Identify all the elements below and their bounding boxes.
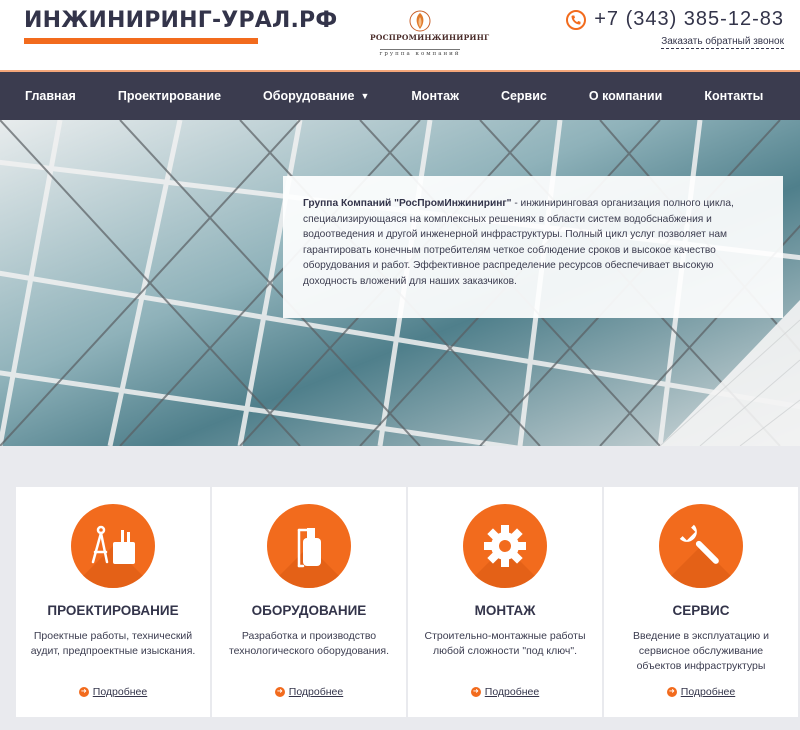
service-title: ПРОЕКТИРОВАНИЕ <box>47 603 179 618</box>
nav-item-label: Главная <box>25 89 76 103</box>
logo-underline <box>24 38 258 44</box>
nav-item-service[interactable]: Сервис <box>480 72 568 120</box>
partner-name: РОСПРОМИНЖИНИРИНГ <box>370 33 490 42</box>
nav-item-equipment[interactable]: Оборудование ▼ <box>242 72 390 120</box>
wrench-icon[interactable] <box>659 504 743 588</box>
more-link[interactable]: ➜ Подробнее <box>212 686 406 698</box>
hero-description: - инжиниринговая организация полного цик… <box>303 198 734 287</box>
service-description: Разработка и производство технологическо… <box>228 630 390 657</box>
service-description: Введение в эксплуатацию и сервисное обсл… <box>633 630 769 672</box>
hero-banner: Группа Компаний "РосПромИнжиниринг" - ин… <box>0 120 800 446</box>
nav-item-design[interactable]: Проектирование <box>97 72 242 120</box>
sprayer-icon[interactable] <box>267 504 351 588</box>
more-link-label: Подробнее <box>680 686 736 698</box>
more-link-label: Подробнее <box>92 686 148 698</box>
site-header: ИНЖИНИРИНГ-УРАЛ.РФ РОСПРОМИНЖИНИРИНГ гру… <box>0 0 800 72</box>
site-logo[interactable]: ИНЖИНИРИНГ-УРАЛ.РФ <box>24 6 337 44</box>
more-link[interactable]: ➜ Подробнее <box>604 686 798 698</box>
nav-item-contacts[interactable]: Контакты <box>683 72 784 120</box>
nav-item-label: Контакты <box>704 89 764 103</box>
partner-subtitle: группа компаний <box>379 49 461 57</box>
service-title: ОБОРУДОВАНИЕ <box>251 603 367 618</box>
nav-item-label: Проектирование <box>117 89 222 103</box>
services-section: ПРОЕКТИРОВАНИЕ Проектные работы, техниче… <box>16 487 800 717</box>
logo-text: ИНЖИНИРИНГ-УРАЛ.РФ <box>24 8 338 33</box>
service-card-design: ПРОЕКТИРОВАНИЕ Проектные работы, техниче… <box>16 487 210 717</box>
service-description: Строительно-монтажные работы любой сложн… <box>424 630 586 657</box>
contact-block: +7 (343) 385-12-83 Заказать обратный зво… <box>566 8 784 49</box>
compass-icon[interactable] <box>71 504 155 588</box>
hero-intro-card: Группа Компаний "РосПромИнжиниринг" - ин… <box>283 176 783 318</box>
nav-item-label: О компании <box>588 89 663 103</box>
nav-item-about[interactable]: О компании <box>568 72 683 120</box>
service-description: Проектные работы, технический аудит, пре… <box>30 630 196 657</box>
arrow-right-icon: ➜ <box>78 687 89 697</box>
nav-item-label: Сервис <box>500 89 547 103</box>
service-title: СЕРВИС <box>672 603 730 618</box>
phone-icon <box>566 9 587 30</box>
hero-company-name: Группа Компаний "РосПромИнжиниринг" <box>303 198 512 209</box>
service-card-installation: МОНТАЖ Строительно-монтажные работы любо… <box>408 487 602 717</box>
main-nav: Главная Проектирование Оборудование ▼ Мон… <box>0 72 800 120</box>
arrow-right-icon: ➜ <box>666 687 677 697</box>
nav-item-installation[interactable]: Монтаж <box>390 72 480 120</box>
phone-number[interactable]: +7 (343) 385-12-83 <box>594 8 784 31</box>
gear-icon[interactable] <box>463 504 547 588</box>
arrow-right-icon: ➜ <box>470 687 481 697</box>
partner-logo[interactable]: РОСПРОМИНЖИНИРИНГ группа компаний <box>370 10 490 60</box>
partner-emblem-icon <box>409 10 431 32</box>
chevron-down-icon: ▼ <box>360 91 370 101</box>
callback-link[interactable]: Заказать обратный звонок <box>661 36 784 49</box>
nav-item-label: Монтаж <box>411 89 459 103</box>
more-link-label: Подробнее <box>484 686 540 698</box>
nav-item-label: Оборудование <box>263 89 355 103</box>
more-link[interactable]: ➜ Подробнее <box>408 686 602 698</box>
more-link[interactable]: ➜ Подробнее <box>16 686 210 698</box>
arrow-right-icon: ➜ <box>274 687 285 697</box>
service-card-equipment: ОБОРУДОВАНИЕ Разработка и производство т… <box>212 487 406 717</box>
more-link-label: Подробнее <box>288 686 344 698</box>
nav-item-home[interactable]: Главная <box>4 72 97 120</box>
service-card-service: СЕРВИС Введение в эксплуатацию и сервисн… <box>604 487 798 717</box>
service-title: МОНТАЖ <box>474 603 536 618</box>
